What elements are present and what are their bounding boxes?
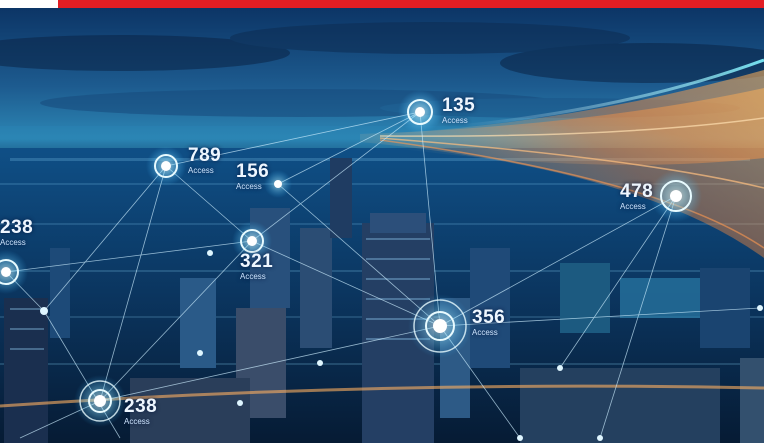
node-caption: Access xyxy=(0,238,26,247)
node-caption: Access xyxy=(442,116,468,125)
node-238-bottom xyxy=(74,375,126,427)
top-accent-bar xyxy=(58,0,764,8)
node-label-321: 321 Access xyxy=(240,252,273,281)
node-label-478: 478 Access xyxy=(620,182,653,211)
node-caption: Access xyxy=(124,417,150,426)
node-caption: Access xyxy=(188,166,214,175)
node-value: 478 xyxy=(620,181,654,202)
node-caption: Access xyxy=(240,272,266,281)
city-network-scene xyxy=(0,8,764,443)
node-label-238-left: 238 Access xyxy=(0,218,33,247)
node-label-156: 156 Access xyxy=(236,162,269,191)
node-caption: Access xyxy=(472,328,498,337)
node-value: 356 xyxy=(472,307,506,328)
node-label-238-bottom: 238 Access xyxy=(124,397,157,426)
node-478 xyxy=(650,170,702,222)
node-value: 238 xyxy=(0,217,34,238)
node-356 xyxy=(408,294,472,358)
node-caption: Access xyxy=(236,182,262,191)
node-label-135: 135 Access xyxy=(442,96,475,125)
top-bar-white-segment xyxy=(0,0,58,8)
node-value: 789 xyxy=(188,145,222,166)
node-value: 135 xyxy=(442,95,476,116)
node-135 xyxy=(398,90,442,134)
node-789 xyxy=(146,146,186,186)
node-value: 156 xyxy=(236,161,270,182)
smart-city-photo: 135 Access 789 Access 156 Access 478 Acc… xyxy=(0,0,764,443)
node-label-356: 356 Access xyxy=(472,308,505,337)
node-caption: Access xyxy=(620,202,646,211)
node-value: 321 xyxy=(240,251,274,272)
node-label-789: 789 Access xyxy=(188,146,221,175)
node-value: 238 xyxy=(124,396,158,417)
